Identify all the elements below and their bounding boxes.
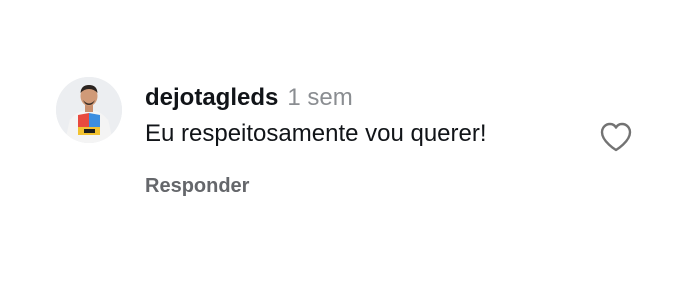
heart-outline-icon	[600, 122, 632, 152]
user-avatar-icon	[56, 77, 122, 143]
comment-text: Eu respeitosamente vou querer!	[145, 120, 487, 147]
comment-timestamp: 1 sem	[287, 84, 353, 111]
like-button[interactable]	[598, 120, 634, 154]
comment-item: dejotagleds 1 sem Eu respeitosamente vou…	[0, 0, 688, 282]
avatar[interactable]	[56, 77, 122, 143]
username-link[interactable]: dejotagleds	[145, 84, 278, 112]
comment-header: dejotagleds 1 sem	[145, 84, 353, 114]
reply-button[interactable]: Responder	[145, 175, 249, 198]
